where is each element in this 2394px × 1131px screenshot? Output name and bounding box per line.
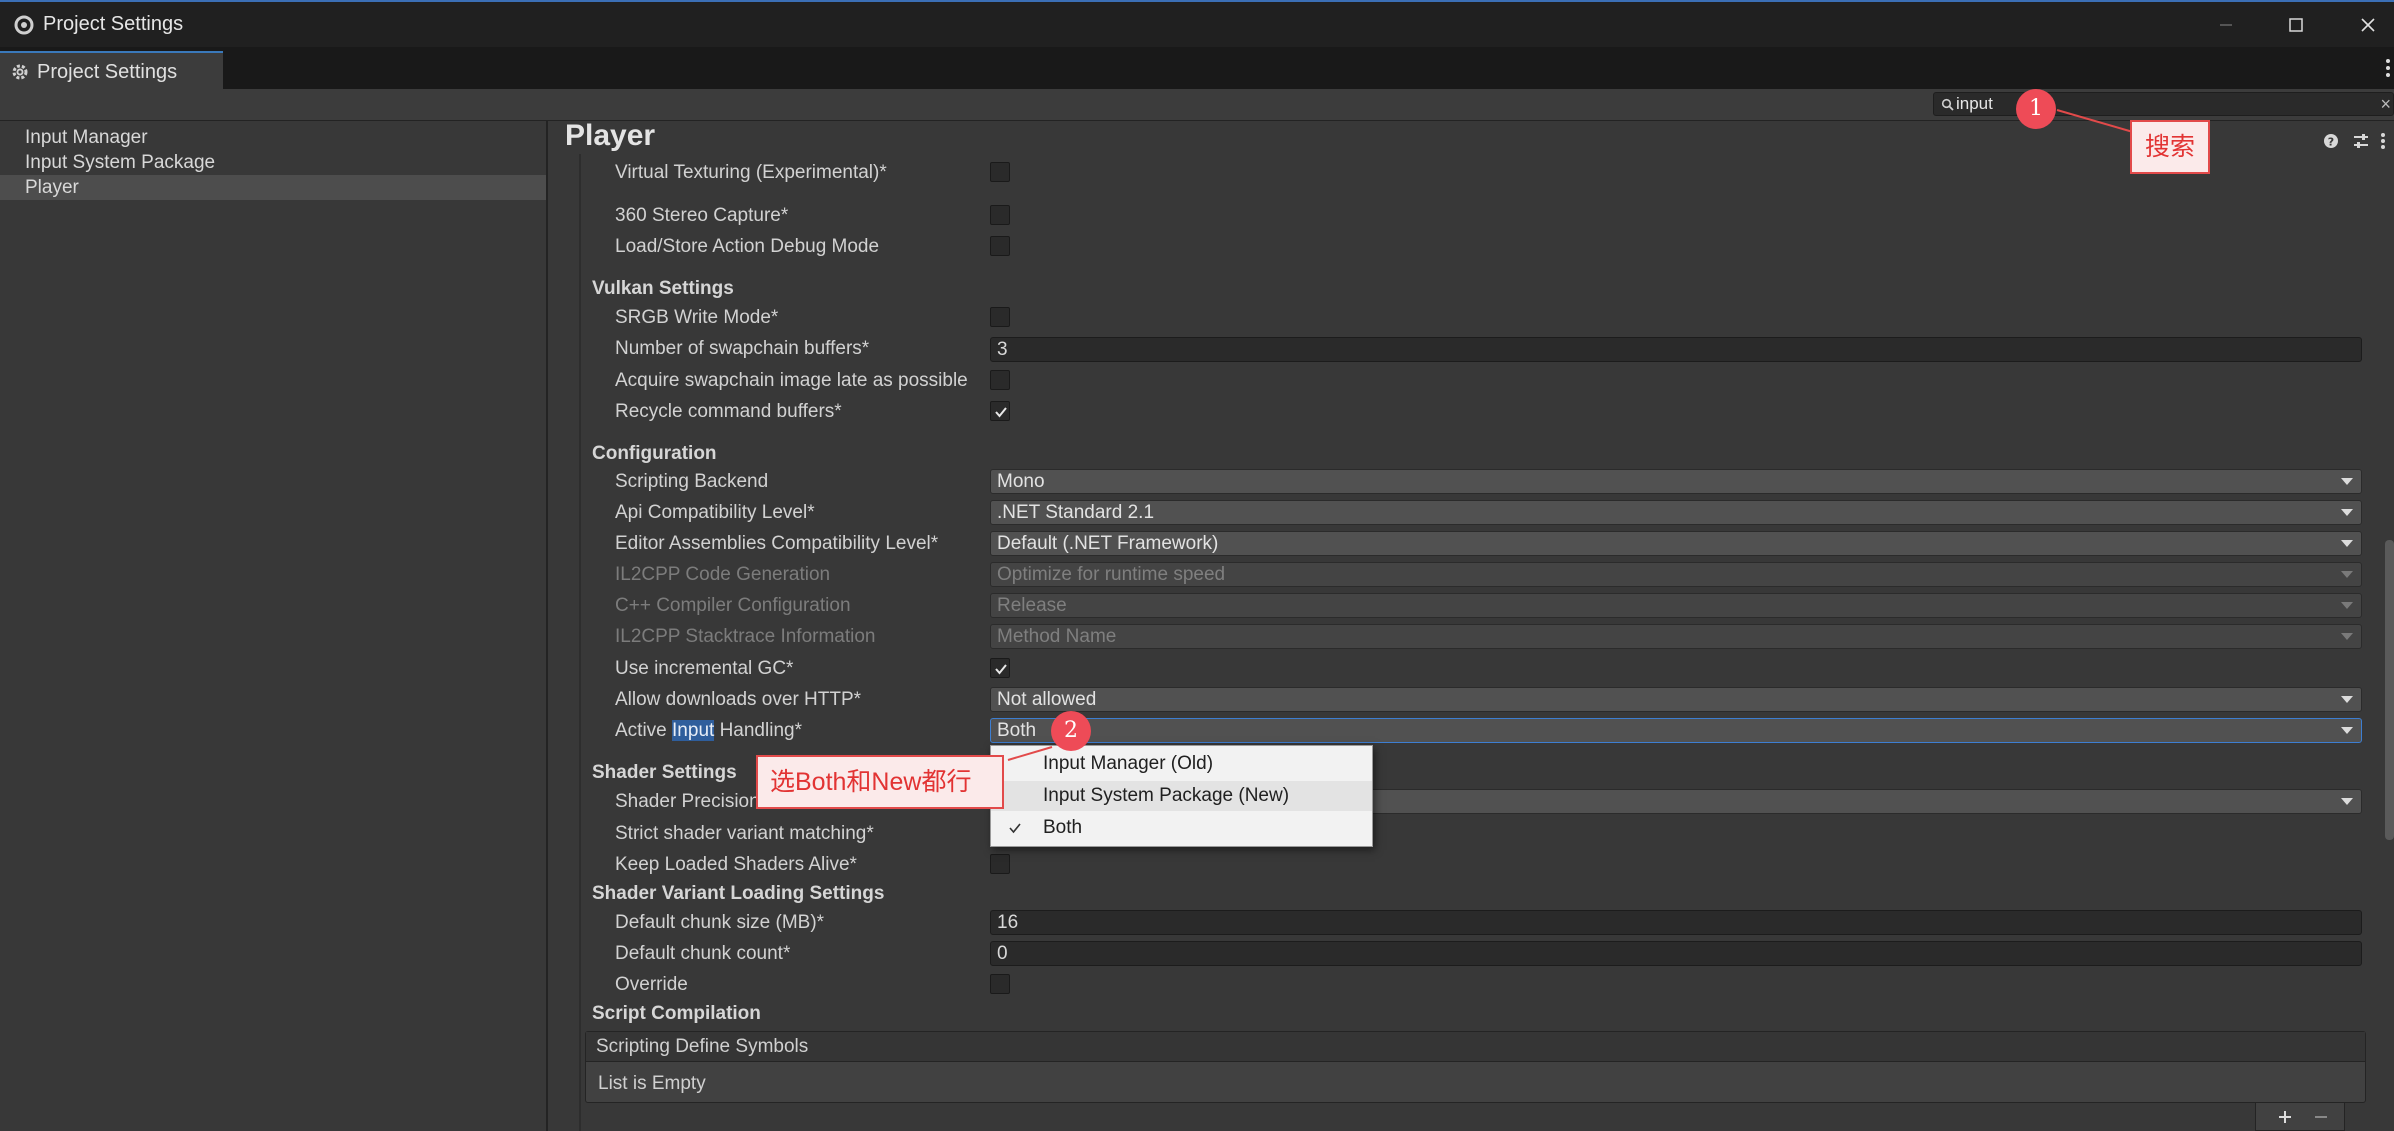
annotation-leader-lines (1007, 109, 2134, 761)
annotation-badge-1: 1 (2016, 89, 2056, 129)
annotation-note-search: 搜索 (2130, 120, 2210, 174)
annotation-note-choose: 选Both和New都行 (756, 755, 1004, 809)
annotation-badge-2: 2 (1051, 711, 1091, 751)
